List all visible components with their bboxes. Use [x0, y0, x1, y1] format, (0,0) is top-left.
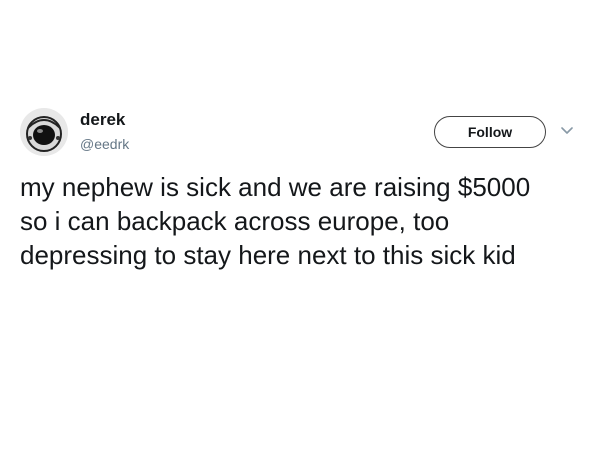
- chevron-down-icon[interactable]: [560, 124, 574, 138]
- tweet-text-line: depressing to stay here next to this sic…: [20, 240, 516, 270]
- user-display-name[interactable]: derek: [80, 110, 125, 130]
- tweet-text-line: so i can backpack across europe, too: [20, 206, 450, 236]
- astronaut-helmet-icon: [20, 108, 68, 156]
- user-avatar[interactable]: [20, 108, 68, 156]
- tweet-text: my nephew is sick and we are raising $50…: [20, 170, 590, 272]
- user-handle[interactable]: @eedrk: [80, 136, 129, 152]
- tweet-card: derek @eedrk Follow my nephew is sick an…: [0, 0, 600, 459]
- tweet-text-line: my nephew is sick and we are raising $50…: [20, 172, 531, 202]
- follow-button[interactable]: Follow: [434, 116, 546, 148]
